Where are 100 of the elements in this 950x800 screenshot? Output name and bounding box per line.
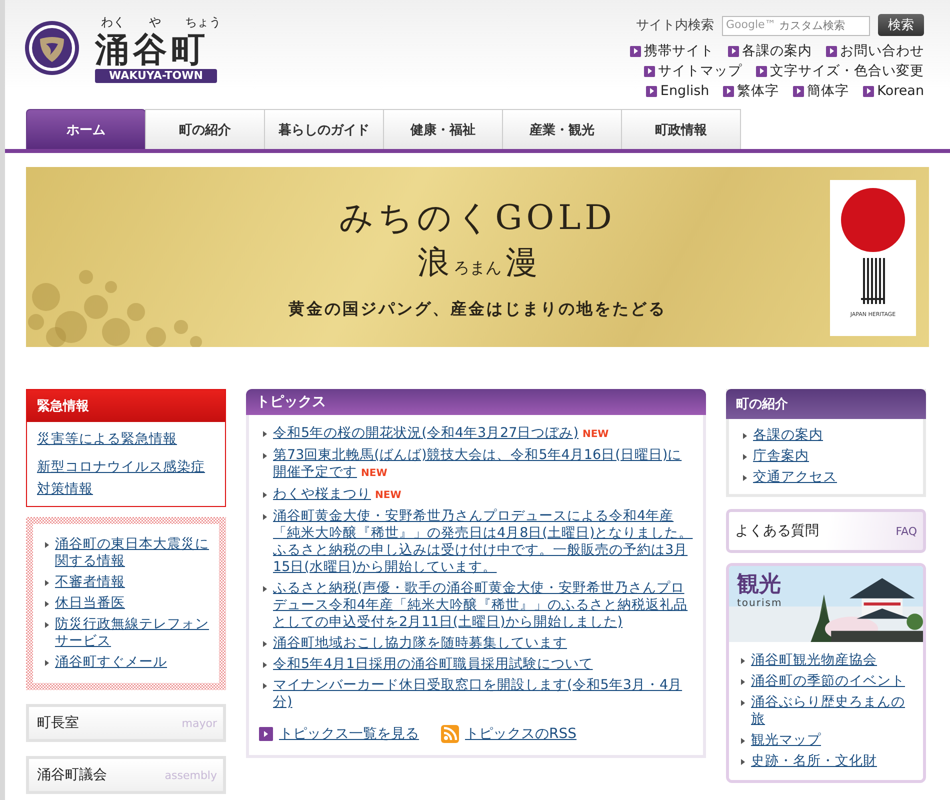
- bullet-icon: [45, 660, 49, 666]
- play-icon: [863, 86, 874, 96]
- panel-header: 緊急情報: [27, 390, 225, 422]
- info-link[interactable]: 不審者情報: [55, 574, 125, 591]
- banner-tagline: 黄金の国ジパング、産金はじまりの地をたどる: [288, 298, 666, 320]
- rss-link[interactable]: トピックスのRSS: [465, 725, 577, 743]
- bullet-icon: [743, 433, 747, 439]
- bullet-icon: [45, 580, 49, 586]
- panel-header: 町の紹介: [726, 389, 926, 419]
- utility-link[interactable]: English: [646, 82, 710, 100]
- nav-tab[interactable]: 暮らしのガイド: [264, 109, 384, 149]
- tourism-subtitle: tourism: [737, 598, 782, 609]
- utility-link[interactable]: お問い合わせ: [826, 42, 924, 60]
- topic-link[interactable]: マイナンバーカード休日受取窓口を開設します(令和5年3月・4月分): [273, 677, 693, 711]
- utility-link[interactable]: 繁体字: [723, 82, 780, 100]
- emergency-link[interactable]: 災害等による緊急情報: [37, 428, 215, 450]
- faq-banner[interactable]: よくある質問 FAQ: [726, 509, 926, 553]
- ruby-text: わく: [101, 14, 125, 31]
- bullet-icon: [741, 679, 745, 685]
- nav-tab[interactable]: 健康・福祉: [383, 109, 503, 149]
- topics-list-link[interactable]: トピックス一覧を見る: [279, 725, 419, 743]
- emergency-link[interactable]: 新型コロナウイルス感染症対策情報: [37, 456, 215, 500]
- banner-sublabel: mayor: [182, 716, 217, 730]
- side-banner[interactable]: 町長室 mayor: [26, 704, 226, 742]
- banner-label: よくある質問: [735, 522, 819, 540]
- banner-label: 涌谷町議会: [37, 766, 107, 784]
- utility-link[interactable]: サイトマップ: [644, 62, 742, 80]
- town-name[interactable]: 涌谷町: [95, 31, 209, 69]
- search-button[interactable]: 検索: [878, 14, 924, 36]
- town-name-badge: WAKUYA-TOWN: [95, 69, 217, 83]
- tourism-link[interactable]: 観光マップ: [751, 732, 821, 749]
- nav-tab[interactable]: 産業・観光: [502, 109, 622, 149]
- info-link[interactable]: 休日当番医: [55, 595, 125, 612]
- play-icon: [826, 46, 837, 56]
- topic-link[interactable]: わくや桜まつり NEW: [273, 486, 402, 504]
- nav-tab[interactable]: 町の紹介: [145, 109, 265, 149]
- new-label: NEW: [582, 428, 609, 442]
- play-icon: [728, 46, 739, 56]
- bullet-icon: [45, 542, 49, 548]
- tourism-link[interactable]: 涌谷町の季節のイベント: [751, 673, 905, 690]
- bullet-icon: [741, 738, 745, 744]
- intro-link[interactable]: 交通アクセス: [753, 469, 837, 486]
- tourism-link[interactable]: 涌谷ぶらり歴史ろまんの旅: [751, 694, 915, 728]
- play-icon: [259, 727, 273, 741]
- bullet-icon: [263, 514, 267, 520]
- utility-link[interactable]: Korean: [863, 82, 924, 100]
- banner-headline: みちのくGOLD: [339, 196, 616, 240]
- play-icon: [630, 46, 641, 56]
- rss-icon: [441, 725, 459, 743]
- tourism-title: 観光: [737, 572, 781, 598]
- bullet-icon: [263, 586, 267, 592]
- bullet-icon: [743, 475, 747, 481]
- tourism-link[interactable]: 史跡・名所・文化財: [751, 753, 877, 770]
- nav-tab[interactable]: ホーム: [26, 109, 146, 149]
- bullet-icon: [45, 601, 49, 607]
- bullet-icon: [743, 454, 747, 460]
- play-icon: [723, 86, 734, 96]
- utility-link[interactable]: 簡体字: [793, 82, 850, 100]
- banner-title-ruby: ろまん: [454, 258, 502, 278]
- topic-link[interactable]: 涌谷町地域おこし協力隊を随時募集しています: [273, 635, 567, 652]
- topic-link[interactable]: 涌谷町黄金大使・安野希世乃さんプロデュースによる令和4年産「純米大吟醸『稀世』」の発売日は4月8日(土曜日)となりました。ふるさと納税の申し込みは受け付け中です。一般販売の予約は3月15日(水曜日)から開始しています。: [273, 508, 693, 576]
- bullet-icon: [263, 641, 267, 647]
- bullet-icon: [263, 453, 267, 459]
- panel-header: トピックス: [246, 389, 706, 415]
- new-label: NEW: [361, 467, 388, 481]
- utility-link[interactable]: 各課の案内: [728, 42, 812, 60]
- intro-link[interactable]: 庁舎案内: [753, 448, 809, 465]
- info-link[interactable]: 防災行政無線テレフォンサービス: [55, 616, 211, 650]
- topic-link[interactable]: ふるさと納税(声優・歌手の涌谷町黄金大使・安野希世乃さんプロデュース令和4年産「純米大吟醸『稀世』」のふるさと納税返礼品としての申込受付を2月11日(土曜日)から開始しました): [273, 580, 693, 631]
- search-label: サイト内検索: [636, 17, 714, 34]
- bullet-icon: [741, 759, 745, 765]
- play-icon: [756, 66, 767, 76]
- intro-link[interactable]: 各課の案内: [753, 427, 823, 444]
- search-brand: Google™: [726, 18, 776, 32]
- info-link[interactable]: 涌谷町すぐメール: [55, 654, 167, 671]
- nav-tab[interactable]: 町政情報: [621, 109, 741, 149]
- info-link[interactable]: 涌谷町の東日本大震災に関する情報: [55, 536, 211, 570]
- bullet-icon: [741, 700, 745, 706]
- utility-link[interactable]: 文字サイズ・色合い変更: [756, 62, 924, 80]
- topic-link[interactable]: 令和5年4月1日採用の涌谷町職員採用試験について: [273, 656, 593, 673]
- bullet-icon: [45, 622, 49, 628]
- banner-title: 浪: [418, 242, 450, 282]
- town-emblem-icon[interactable]: [24, 20, 80, 76]
- bullet-icon: [263, 431, 267, 437]
- side-banner[interactable]: 涌谷町議会 assembly: [26, 756, 226, 794]
- ruby-text: や: [149, 14, 161, 31]
- play-icon: [644, 66, 655, 76]
- bullet-icon: [263, 683, 267, 689]
- new-label: NEW: [375, 489, 402, 503]
- topic-link[interactable]: 第73回東北輓馬(ばんば)競技大会は、令和5年4月16日(日曜日)に開催予定です NEW: [273, 447, 693, 482]
- banner-sublabel: assembly: [164, 768, 217, 782]
- bullet-icon: [741, 658, 745, 664]
- topic-link[interactable]: 令和5年の桜の開花状況(令和4年3月27日つぼみ) NEW: [273, 425, 609, 443]
- bullet-icon: [263, 492, 267, 498]
- banner-label: 町長室: [37, 714, 79, 732]
- tourism-link[interactable]: 涌谷町観光物産協会: [751, 652, 877, 669]
- play-icon: [646, 86, 658, 96]
- ruby-text: ちょう: [185, 14, 221, 31]
- utility-link[interactable]: 携帯サイト: [630, 42, 714, 60]
- play-icon: [793, 86, 804, 96]
